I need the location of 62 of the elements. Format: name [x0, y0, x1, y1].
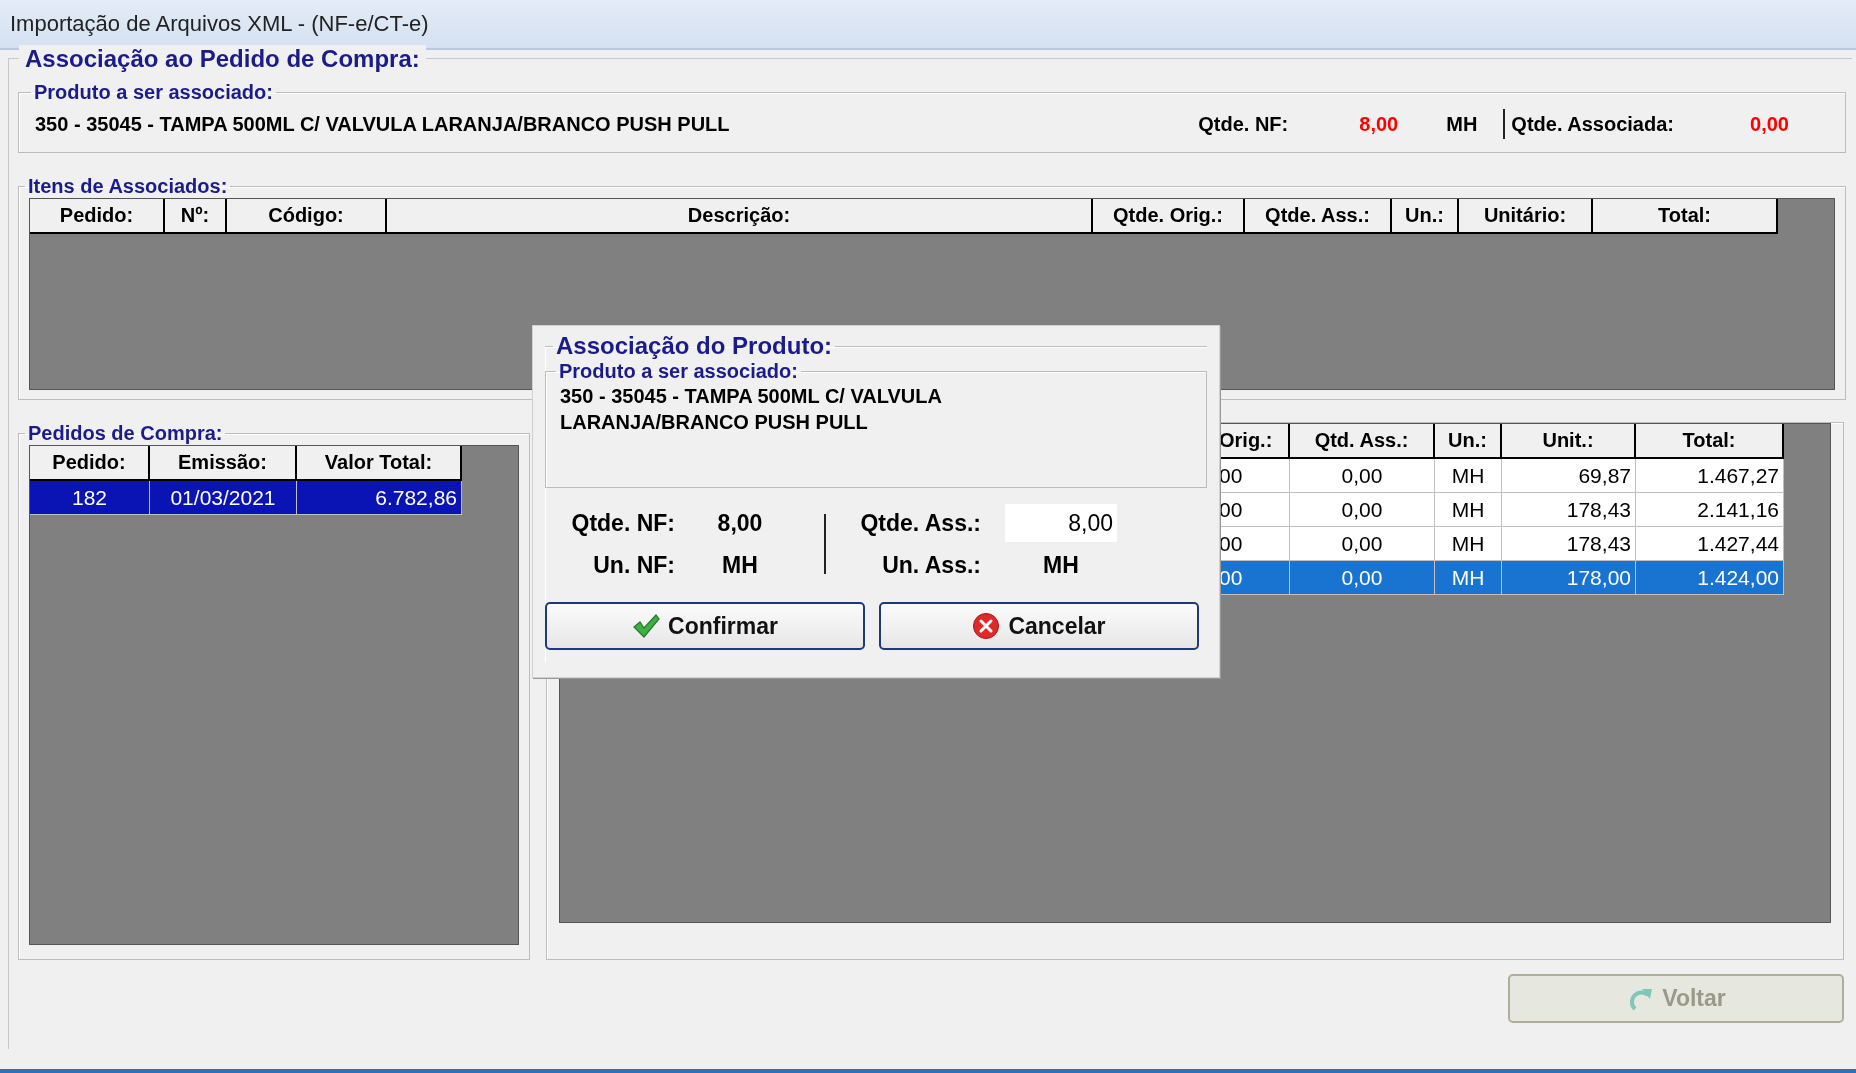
table-cell: 2.141,16 — [1636, 493, 1784, 526]
table-cell: 178,43 — [1502, 493, 1636, 526]
table-cell: 1.427,44 — [1636, 527, 1784, 560]
section-title: Associação ao Pedido de Compra: — [19, 45, 426, 73]
table-row[interactable]: 182 01/03/2021 6.782,86 — [30, 481, 462, 515]
table-cell: 69,87 — [1502, 459, 1636, 492]
cancel-button[interactable]: Cancelar — [879, 602, 1199, 650]
column-header: Nº: — [165, 199, 227, 232]
table-cell: MH — [1435, 561, 1502, 594]
column-header: Total: — [1636, 424, 1784, 457]
table-cell: MH — [1435, 527, 1502, 560]
column-header: Emissão: — [150, 446, 297, 479]
product-description: 350 - 35045 - TAMPA 500ML C/ VALVULA LARANJA/BRANCO PUSH PULL — [560, 384, 943, 435]
column-header: Código: — [227, 199, 387, 232]
unit-value: MH — [1446, 112, 1478, 136]
confirm-button[interactable]: Confirmar — [545, 602, 865, 650]
column-header: Qtde. Orig.: — [1093, 199, 1245, 232]
column-header: Descrição: — [387, 199, 1093, 232]
column-header: Un.: — [1392, 199, 1459, 232]
field-label: Qtde. NF: — [1198, 112, 1289, 136]
table-cell: 0,00 — [1290, 493, 1435, 526]
table-cell: 6.782,86 — [297, 481, 462, 514]
quantity-value: 8,00 — [716, 509, 764, 537]
dialog-title: Associação do Produto: — [555, 332, 834, 360]
table-cell: 178,00 — [1502, 561, 1636, 594]
table-cell: 182 — [30, 481, 150, 514]
table-cell: MH — [1435, 493, 1502, 526]
field-label: Qtde. Associada: — [1511, 112, 1674, 136]
column-header: Unit.: — [1502, 424, 1636, 457]
table-cell: 1.424,00 — [1636, 561, 1784, 594]
column-header: Qtd. Ass.: — [1290, 424, 1435, 457]
field-label: Un. Ass.: — [881, 551, 982, 579]
column-header: Un.: — [1435, 424, 1502, 457]
column-header: Pedido: — [30, 199, 165, 232]
field-label: Un. NF: — [592, 551, 675, 579]
group-title: Pedidos de Compra: — [27, 422, 224, 445]
table-cell: 0,00 — [1290, 527, 1435, 560]
quantity-value: 0,00 — [1749, 112, 1789, 136]
product-description: 350 - 35045 - TAMPA 500ML C/ VALVULA LARANJA/BRANCO PUSH PULL — [35, 112, 731, 136]
table-cell: 01/03/2021 — [150, 481, 297, 514]
table-cell: 0,00 — [1290, 459, 1435, 492]
table-cell: 178,43 — [1502, 527, 1636, 560]
table-cell: 0,00 — [1290, 561, 1435, 594]
field-label: Qtde. Ass.: — [859, 509, 982, 537]
unit-value: MH — [721, 551, 759, 579]
unit-value: MH — [1042, 551, 1080, 579]
table-cell: 1.467,27 — [1636, 459, 1784, 492]
group-title: Produto a ser associado: — [558, 360, 799, 383]
field-label: Qtde. NF: — [570, 509, 675, 537]
table-cell: MH — [1435, 459, 1502, 492]
group-title: Itens de Associados: — [27, 175, 229, 198]
column-header: Pedido: — [30, 446, 150, 479]
column-header: Qtde. Ass.: — [1245, 199, 1392, 232]
cancel-icon — [972, 612, 1001, 640]
column-header: Total: — [1593, 199, 1778, 232]
window-title: Importação de Arquivos XML - (NF-e/CT-e) — [0, 0, 1856, 50]
quantity-value: 8,00 — [1358, 112, 1399, 136]
column-header: Unitário: — [1459, 199, 1593, 232]
checkmark-icon — [632, 613, 661, 639]
group-title: Produto a ser associado: — [33, 81, 274, 104]
quantity-field[interactable]: 8,00 — [1005, 504, 1117, 542]
column-header: Valor Total: — [297, 446, 462, 479]
